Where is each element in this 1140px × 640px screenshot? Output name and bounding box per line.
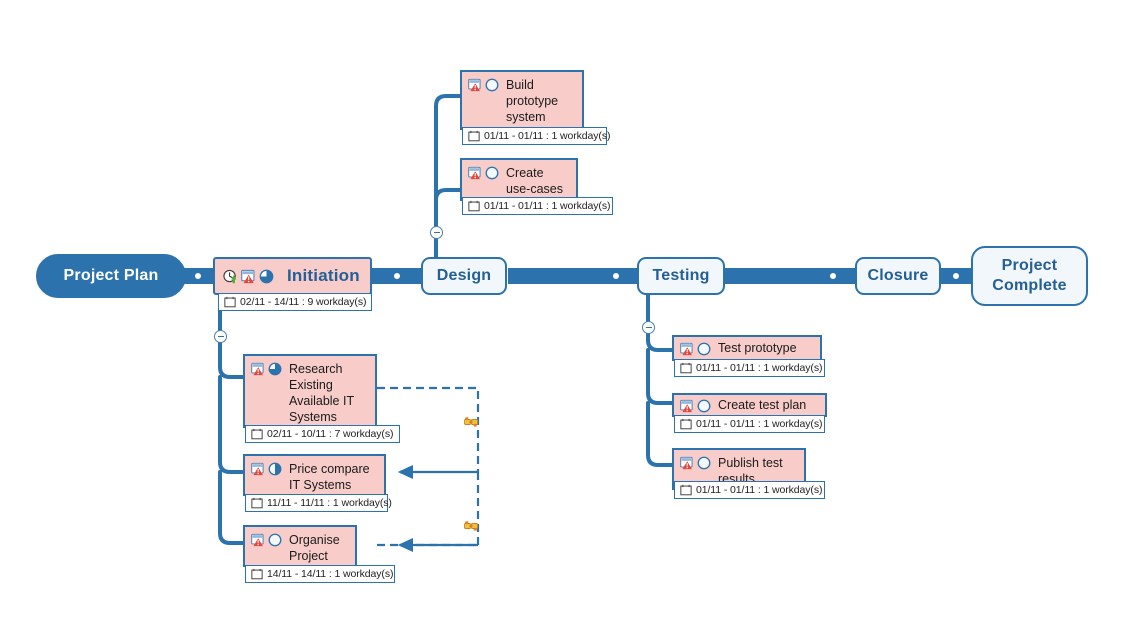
progress-empty-icon [697, 342, 711, 356]
minus-icon [645, 326, 652, 329]
alarm-alert-icon [251, 462, 265, 476]
initiation-date-bar: 02/11 - 14/11 : 9 workday(s) [218, 293, 372, 311]
task-icon-group [251, 533, 282, 547]
project-complete-label-line1: Project [1001, 257, 1058, 274]
dependency-price-to-organise [377, 472, 480, 553]
task-create-test-plan[interactable]: Create test plan [672, 393, 827, 417]
calendar-icon [468, 200, 480, 212]
minus-icon [217, 335, 224, 338]
task-date-bar-create-test-plan: 01/11 - 01/11 : 1 workday(s) [674, 415, 825, 433]
project-complete-label-line2: Complete [992, 277, 1067, 294]
alarm-alert-icon [468, 78, 482, 92]
task-icon-group [680, 399, 711, 413]
task-icon-group [251, 362, 282, 376]
testing-label: Testing [652, 267, 710, 284]
task-date-bar-price-compare: 11/11 - 11/11 : 1 workday(s) [245, 494, 392, 512]
task-date-bar-organise-project: 14/11 - 14/11 : 1 workday(s) [245, 565, 395, 583]
design-collapse-toggle[interactable] [430, 226, 443, 239]
task-date-bar-publish-test-results: 01/11 - 01/11 : 1 workday(s) [674, 481, 825, 499]
alarm-alert-icon [468, 166, 482, 180]
task-icon-group [251, 462, 282, 476]
dependency-link-marker-1[interactable] [463, 414, 479, 430]
progress-empty-icon [485, 166, 499, 180]
progress-empty-icon [485, 78, 499, 92]
alarm-alert-icon [251, 362, 265, 376]
root-node-project-plan[interactable]: Project Plan [36, 254, 186, 298]
alarm-alert-icon [241, 269, 256, 284]
task-label: Organise Project [289, 533, 340, 563]
task-icon-group [468, 166, 499, 180]
task-label: Create test plan [718, 398, 807, 412]
task-research-existing-available-it-systems[interactable]: Research Existing Available IT Systems [243, 354, 377, 428]
task-label: Research Existing Available IT Systems [289, 362, 355, 424]
task-date-text: 11/11 - 11/11 : 1 workday(s) [267, 497, 392, 509]
task-icon-group [468, 78, 499, 92]
calendar-icon [680, 484, 692, 496]
design-label: Design [436, 267, 492, 284]
task-date-text: 01/11 - 01/11 : 1 workday(s) [696, 362, 823, 374]
node-design[interactable]: Design [421, 257, 507, 295]
calendar-icon [251, 497, 263, 509]
alarm-alert-icon [251, 533, 265, 547]
task-price-compare-it-systems[interactable]: Price compare IT Systems [243, 454, 386, 496]
calendar-icon [251, 428, 263, 440]
initiation-label: Initiation [287, 266, 360, 285]
task-label: Build prototype system [506, 78, 559, 124]
task-date-text: 01/11 - 01/11 : 1 workday(s) [484, 200, 611, 212]
initiation-icon-group [223, 269, 274, 284]
testing-branch-connectors [646, 288, 674, 467]
node-project-complete[interactable]: Project Complete [971, 246, 1088, 306]
task-date-bar-create-use-cases: 01/11 - 01/11 : 1 workday(s) [462, 197, 613, 215]
task-date-bar-research-existing: 02/11 - 10/11 : 7 workday(s) [245, 425, 400, 443]
task-build-prototype-system[interactable]: Build prototype system [460, 70, 584, 130]
task-icon-group [680, 456, 711, 470]
task-date-text: 01/11 - 01/11 : 1 workday(s) [484, 130, 611, 142]
clock-arrow-icon [223, 269, 238, 284]
closure-label: Closure [867, 267, 929, 284]
task-test-prototype[interactable]: Test prototype [672, 335, 822, 361]
calendar-icon [251, 568, 263, 580]
calendar-icon [680, 418, 692, 430]
task-date-text: 01/11 - 01/11 : 1 workday(s) [696, 484, 823, 496]
task-label: Test prototype [718, 341, 797, 355]
root-node-label: Project Plan [63, 267, 159, 284]
task-date-text: 02/11 - 10/11 : 7 workday(s) [267, 428, 394, 440]
progress-half-icon [268, 462, 282, 476]
initiation-date-text: 02/11 - 14/11 : 9 workday(s) [240, 296, 367, 308]
task-label: Price compare IT Systems [289, 462, 370, 492]
alarm-alert-icon [680, 399, 694, 413]
task-organise-project[interactable]: Organise Project [243, 525, 357, 567]
calendar-icon [468, 130, 480, 142]
calendar-icon [680, 362, 692, 374]
pie-progress-icon [259, 269, 274, 284]
progress-three-quarter-icon [268, 362, 282, 376]
task-date-bar-test-prototype: 01/11 - 01/11 : 1 workday(s) [674, 359, 825, 377]
task-label: Create use-cases [506, 166, 563, 196]
testing-collapse-toggle[interactable] [642, 321, 655, 334]
alarm-alert-icon [680, 342, 694, 356]
task-date-bar-build-prototype-system: 01/11 - 01/11 : 1 workday(s) [462, 127, 611, 145]
task-icon-group [680, 342, 711, 356]
mindmap-canvas: Project Plan Initiation 02/11 - 14/11: … [0, 0, 1140, 640]
minus-icon [433, 231, 440, 234]
node-testing[interactable]: Testing [637, 257, 725, 295]
alarm-alert-icon [680, 456, 694, 470]
node-initiation[interactable]: Initiation [213, 257, 372, 295]
progress-empty-icon [697, 399, 711, 413]
progress-empty-icon [697, 456, 711, 470]
progress-empty-icon [268, 533, 282, 547]
node-closure[interactable]: Closure [855, 257, 941, 295]
calendar-icon [224, 296, 236, 308]
task-date-text: 01/11 - 01/11 : 1 workday(s) [696, 418, 823, 430]
dependency-link-marker-2[interactable] [463, 518, 479, 534]
task-create-use-cases[interactable]: Create use-cases [460, 158, 578, 201]
task-date-text: 14/11 - 14/11 : 1 workday(s) [267, 568, 394, 580]
initiation-collapse-toggle[interactable] [214, 330, 227, 343]
